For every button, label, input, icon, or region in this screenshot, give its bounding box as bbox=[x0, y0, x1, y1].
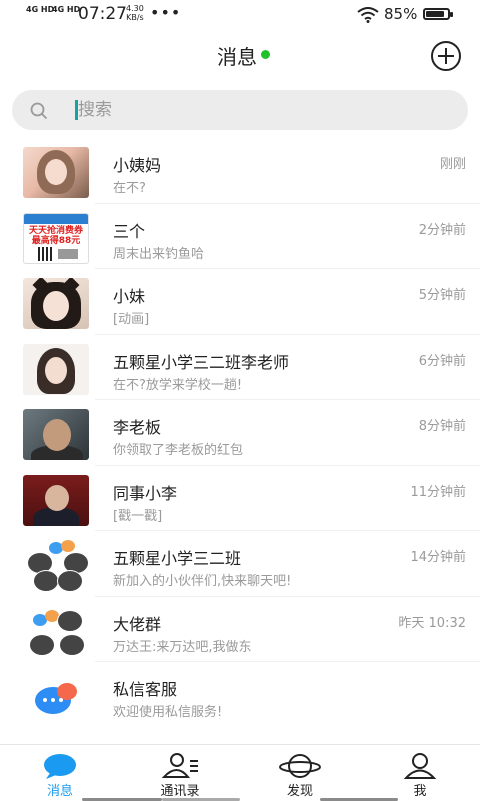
message-time: 11分钟前 bbox=[410, 484, 466, 500]
app-header: 消息 bbox=[0, 30, 480, 80]
contact-name: 小妹 bbox=[113, 287, 146, 306]
conversation-row[interactable]: 五颗星小学三二班李老师 在不?放学来学校一趟! 6分钟前 bbox=[0, 335, 480, 400]
message-time: 14分钟前 bbox=[410, 550, 466, 565]
avatar: 天天抢消费券 最高得88元 bbox=[23, 212, 89, 264]
title-wrap: 消息 bbox=[217, 41, 270, 69]
search-icon bbox=[30, 102, 48, 120]
chat-bubble-icon bbox=[23, 671, 89, 722]
chat-bubble-icon bbox=[44, 754, 76, 779]
planet-icon bbox=[279, 754, 321, 778]
message-preview: [动画] bbox=[113, 312, 150, 327]
message-time: 昨天 10:32 bbox=[398, 615, 466, 631]
message-time: 2分钟前 bbox=[418, 222, 466, 238]
tab-contacts[interactable]: 通讯录 bbox=[120, 745, 240, 801]
message-preview: 万达王:来万达吧,我做东 bbox=[113, 639, 252, 655]
battery-icon bbox=[423, 8, 453, 20]
contact-name: 同事小李 bbox=[113, 483, 178, 503]
conversation-row[interactable]: 同事小李 [戳一戳] 11分钟前 bbox=[0, 466, 480, 531]
battery-percent: 85% bbox=[384, 5, 418, 23]
message-preview: 在不? bbox=[113, 181, 146, 196]
network-indicator-2: 4G HD bbox=[52, 5, 81, 14]
message-time: 8分钟前 bbox=[418, 419, 466, 434]
contact-name: 李老板 bbox=[113, 418, 162, 437]
group-avatar bbox=[23, 540, 89, 591]
more-notifications-icon: ••• bbox=[150, 3, 182, 22]
online-status-dot bbox=[261, 49, 270, 59]
contact-name: 小姨妈 bbox=[113, 156, 162, 175]
contact-name: 五颗星小学三二班 bbox=[113, 549, 242, 568]
message-preview: 欢迎使用私信服务! bbox=[113, 705, 223, 720]
avatar-ad-text-2: 最高得88元 bbox=[31, 235, 81, 246]
message-time: 6分钟前 bbox=[418, 353, 466, 369]
battery-level bbox=[426, 11, 444, 17]
contact-name: 五颗星小学三二班李老师 bbox=[113, 352, 290, 372]
conversation-row[interactable]: 天天抢消费券 最高得88元 三个 周末出来钓鱼哈 2分钟前 bbox=[0, 204, 480, 269]
conversation-list: 小姨妈 在不? 刚刚 天天抢消费券 最高得88元 三个 周末出来钓鱼哈 2分钟前… bbox=[0, 138, 480, 728]
person-icon bbox=[403, 753, 437, 779]
network-indicator: 4G HD bbox=[26, 5, 55, 14]
contact-name: 大佬群 bbox=[113, 614, 162, 634]
tab-label: 发现 bbox=[286, 784, 313, 799]
conversation-row[interactable]: 小妹 [动画] 5分钟前 bbox=[0, 269, 480, 335]
message-preview: 在不?放学来学校一趟! bbox=[113, 377, 243, 393]
search-bar[interactable] bbox=[12, 90, 468, 130]
wifi-icon bbox=[357, 7, 379, 23]
tab-label: 我 bbox=[413, 784, 427, 799]
conversation-row[interactable]: 私信客服 欢迎使用私信服务! bbox=[0, 662, 480, 728]
message-preview: 你领取了李老板的红包 bbox=[113, 443, 244, 458]
avatar-ad-text-1: 天天抢消费券 bbox=[28, 225, 83, 236]
conversation-row[interactable]: 李老板 你领取了李老板的红包 8分钟前 bbox=[0, 400, 480, 466]
tab-label: 通讯录 bbox=[160, 784, 200, 799]
tab-messages[interactable]: 消息 bbox=[0, 745, 120, 801]
add-button[interactable] bbox=[431, 41, 461, 71]
group-avatar bbox=[23, 605, 89, 657]
message-preview: 新加入的小伙伴们,快来聊天吧! bbox=[113, 574, 292, 589]
avatar bbox=[23, 147, 89, 198]
contact-name: 三个 bbox=[113, 221, 146, 241]
tab-label: 消息 bbox=[46, 784, 73, 799]
conversation-row[interactable]: 大佬群 万达王:来万达吧,我做东 昨天 10:32 bbox=[0, 597, 480, 662]
page-title: 消息 bbox=[217, 44, 257, 69]
tab-discover[interactable]: 发现 bbox=[240, 745, 360, 801]
contacts-icon bbox=[161, 753, 198, 778]
message-time: 5分钟前 bbox=[418, 288, 466, 303]
conversation-row[interactable]: 小姨妈 在不? 刚刚 bbox=[0, 138, 480, 204]
status-bar: 4G HD 4G HD 07:27 4.30 KB/s ••• 85% bbox=[0, 0, 480, 30]
avatar bbox=[23, 474, 89, 526]
message-preview: [戳一戳] bbox=[113, 508, 163, 524]
avatar bbox=[23, 343, 89, 395]
contact-name: 私信客服 bbox=[113, 680, 178, 699]
search-input[interactable] bbox=[78, 97, 438, 123]
bottom-nav: 消息 通讯录 发现 我 bbox=[0, 744, 480, 801]
status-time: 07:27 bbox=[78, 4, 127, 24]
message-time: 刚刚 bbox=[439, 157, 466, 172]
network-speed: 4.30 KB/s bbox=[126, 4, 144, 22]
conversation-row[interactable]: 五颗星小学三二班 新加入的小伙伴们,快来聊天吧! 14分钟前 bbox=[0, 531, 480, 597]
avatar bbox=[23, 278, 89, 329]
avatar bbox=[23, 409, 89, 460]
tab-me[interactable]: 我 bbox=[360, 745, 480, 801]
message-preview: 周末出来钓鱼哈 bbox=[113, 246, 205, 262]
